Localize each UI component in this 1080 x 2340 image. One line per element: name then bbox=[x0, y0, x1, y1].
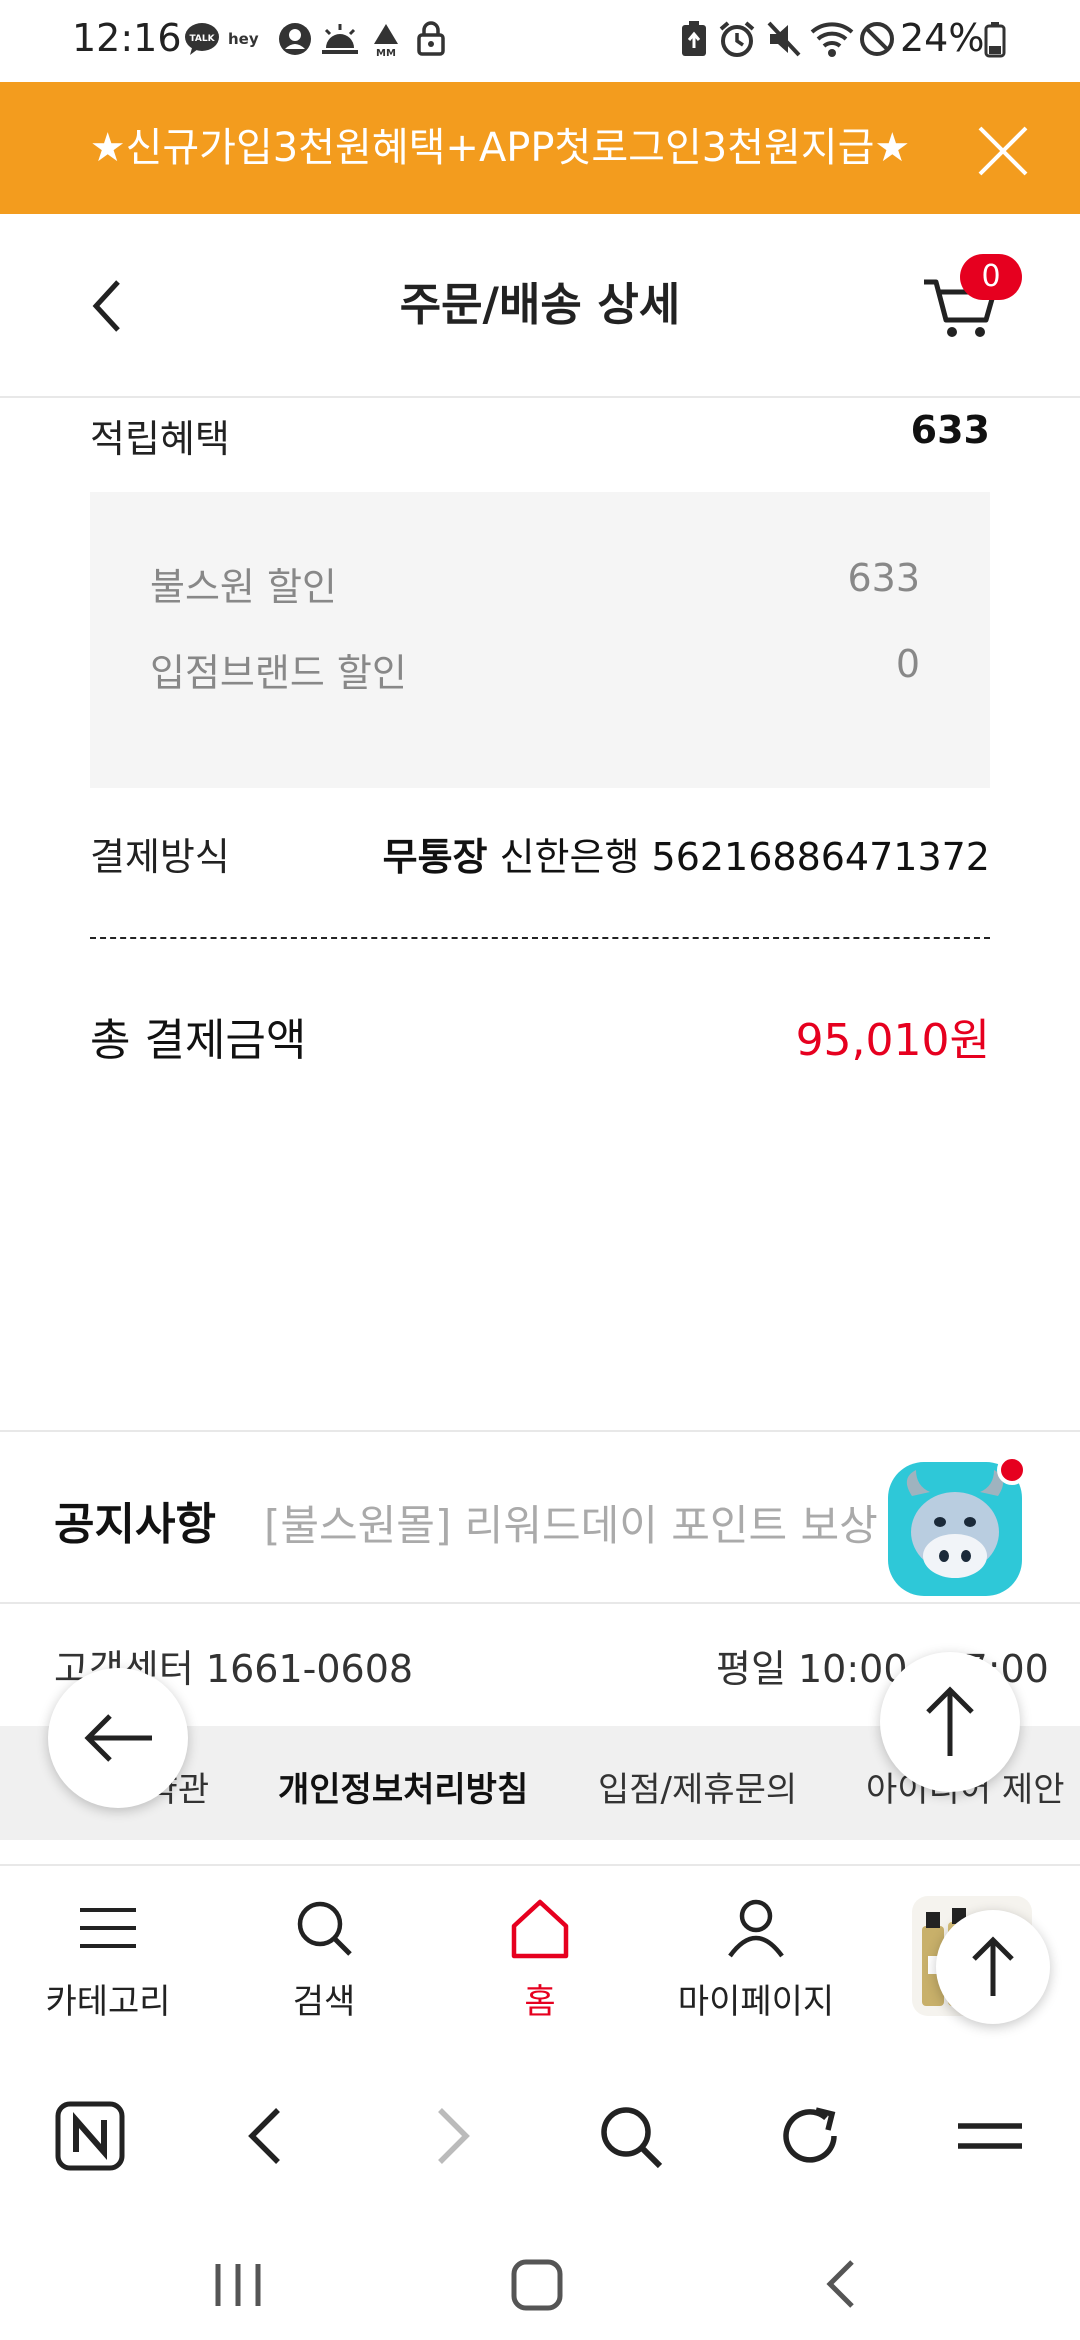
chevron-right-icon bbox=[438, 2108, 470, 2164]
browser-home-button[interactable] bbox=[50, 2096, 130, 2176]
hey-icon: hey bbox=[228, 28, 270, 68]
svg-text:TALK: TALK bbox=[189, 34, 215, 44]
divider bbox=[90, 937, 990, 939]
arrow-up-icon bbox=[926, 1686, 974, 1756]
talk-icon: TALK bbox=[184, 22, 220, 62]
reward-breakdown: 불스원 할인 633 입점브랜드 할인 0 bbox=[90, 492, 990, 788]
sub-item-label: 불스원 할인 bbox=[150, 565, 337, 609]
menu-icon bbox=[80, 1908, 136, 1948]
battery-saver-icon bbox=[680, 20, 708, 60]
refresh-icon bbox=[783, 2107, 837, 2163]
menu-icon bbox=[958, 2123, 1022, 2149]
promo-close-button[interactable] bbox=[976, 124, 1030, 178]
chevron-left-icon bbox=[248, 2108, 280, 2164]
mute-icon bbox=[766, 20, 802, 60]
payment-detail: 신한은행 56216886471372 bbox=[499, 835, 990, 879]
sub-item-value: 0 bbox=[895, 642, 920, 686]
browser-search-button[interactable] bbox=[590, 2096, 670, 2176]
close-icon bbox=[978, 126, 1028, 176]
nav-label: 카테고리 bbox=[45, 1982, 171, 2022]
status-time: 12:16 bbox=[72, 16, 182, 60]
alarm-icon bbox=[718, 20, 756, 60]
chatbot-button[interactable] bbox=[886, 1456, 1028, 1598]
nav-label: 마이페이지 bbox=[677, 1982, 835, 2022]
app-bottom-nav: 카테고리 검색 홈 마이페이지 bbox=[0, 1864, 1080, 2052]
recent-apps-button[interactable] bbox=[208, 2254, 268, 2314]
wifi-icon bbox=[810, 20, 854, 60]
reward-value: 633 bbox=[910, 408, 990, 452]
account-icon bbox=[278, 22, 312, 62]
user-icon bbox=[728, 1899, 784, 1958]
back-button[interactable] bbox=[86, 276, 130, 336]
battery-icon bbox=[984, 22, 1006, 62]
nav-search[interactable]: 검색 bbox=[216, 1866, 432, 2050]
footer-link-partnership[interactable]: 입점/제휴문의 bbox=[598, 1762, 797, 1811]
search-icon bbox=[297, 1901, 352, 1956]
lock-icon bbox=[416, 20, 446, 60]
dnd-icon bbox=[858, 20, 896, 60]
home-icon bbox=[511, 1899, 569, 1959]
browser-back-button[interactable] bbox=[228, 2096, 308, 2176]
home-button[interactable] bbox=[506, 2254, 570, 2318]
scroll-top-small-button[interactable] bbox=[936, 1910, 1050, 2024]
notice-text[interactable]: [불스원몰] 리워드데이 포인트 보상 bbox=[264, 1492, 878, 1553]
sub-item-label: 입점브랜드 할인 bbox=[150, 651, 407, 695]
browser-menu-button[interactable] bbox=[950, 2096, 1030, 2176]
home-square-icon bbox=[511, 2259, 563, 2311]
total-label: 총 결제금액 bbox=[90, 1015, 307, 1066]
reward-label: 적립혜택 bbox=[90, 417, 230, 461]
history-back-button[interactable] bbox=[48, 1668, 188, 1808]
mm-icon: MM bbox=[370, 22, 402, 62]
browser-refresh-button[interactable] bbox=[770, 2096, 850, 2176]
browser-toolbar bbox=[0, 2050, 1080, 2240]
bull-mascot-icon bbox=[888, 1456, 1027, 1596]
recent-apps-icon bbox=[215, 2264, 261, 2306]
battery-percent: 24% bbox=[900, 16, 985, 60]
nav-label: 검색 bbox=[292, 1982, 356, 2022]
notice-title: 공지사항 bbox=[54, 1499, 216, 1550]
system-back-button[interactable] bbox=[812, 2254, 872, 2314]
search-icon bbox=[601, 2107, 663, 2169]
sunrise-icon bbox=[320, 22, 360, 62]
svg-text:hey: hey bbox=[228, 30, 259, 48]
scroll-top-button[interactable] bbox=[880, 1652, 1020, 1792]
promo-text: ★신규가입3천원혜택+APP첫로그인3천원지급★ bbox=[89, 125, 911, 171]
nav-label: 홈 bbox=[524, 1982, 556, 2022]
chevron-left-icon bbox=[92, 280, 120, 332]
nav-category[interactable]: 카테고리 bbox=[0, 1866, 216, 2050]
page-header: 주문/배송 상세 0 bbox=[0, 214, 1080, 398]
payment-info: 무통장 신한은행 56216886471372 bbox=[360, 826, 990, 881]
browser-forward-button[interactable] bbox=[410, 2096, 490, 2176]
arrow-left-icon bbox=[84, 1714, 152, 1762]
payment-label: 결제방식 bbox=[90, 835, 230, 879]
sub-item-value: 633 bbox=[847, 556, 920, 600]
arrow-up-icon bbox=[972, 1936, 1014, 1996]
nav-home[interactable]: 홈 bbox=[432, 1866, 648, 2050]
naver-n-icon bbox=[55, 2101, 125, 2171]
status-bar: 12:16 TALK hey MM 24% bbox=[0, 0, 1080, 82]
total-value: 95,010원 bbox=[795, 1015, 990, 1066]
system-nav-bar bbox=[0, 2240, 1080, 2340]
chevron-left-icon bbox=[826, 2260, 854, 2308]
nav-mypage[interactable]: 마이페이지 bbox=[648, 1866, 864, 2050]
payment-method: 무통장 bbox=[382, 835, 488, 879]
svg-text:MM: MM bbox=[376, 48, 396, 58]
page-title: 주문/배송 상세 bbox=[399, 278, 681, 331]
promo-banner[interactable]: ★신규가입3천원혜택+APP첫로그인3천원지급★ bbox=[0, 82, 1080, 214]
footer-link-privacy[interactable]: 개인정보처리방침 bbox=[278, 1762, 528, 1811]
cart-count-badge: 0 bbox=[960, 254, 1022, 300]
